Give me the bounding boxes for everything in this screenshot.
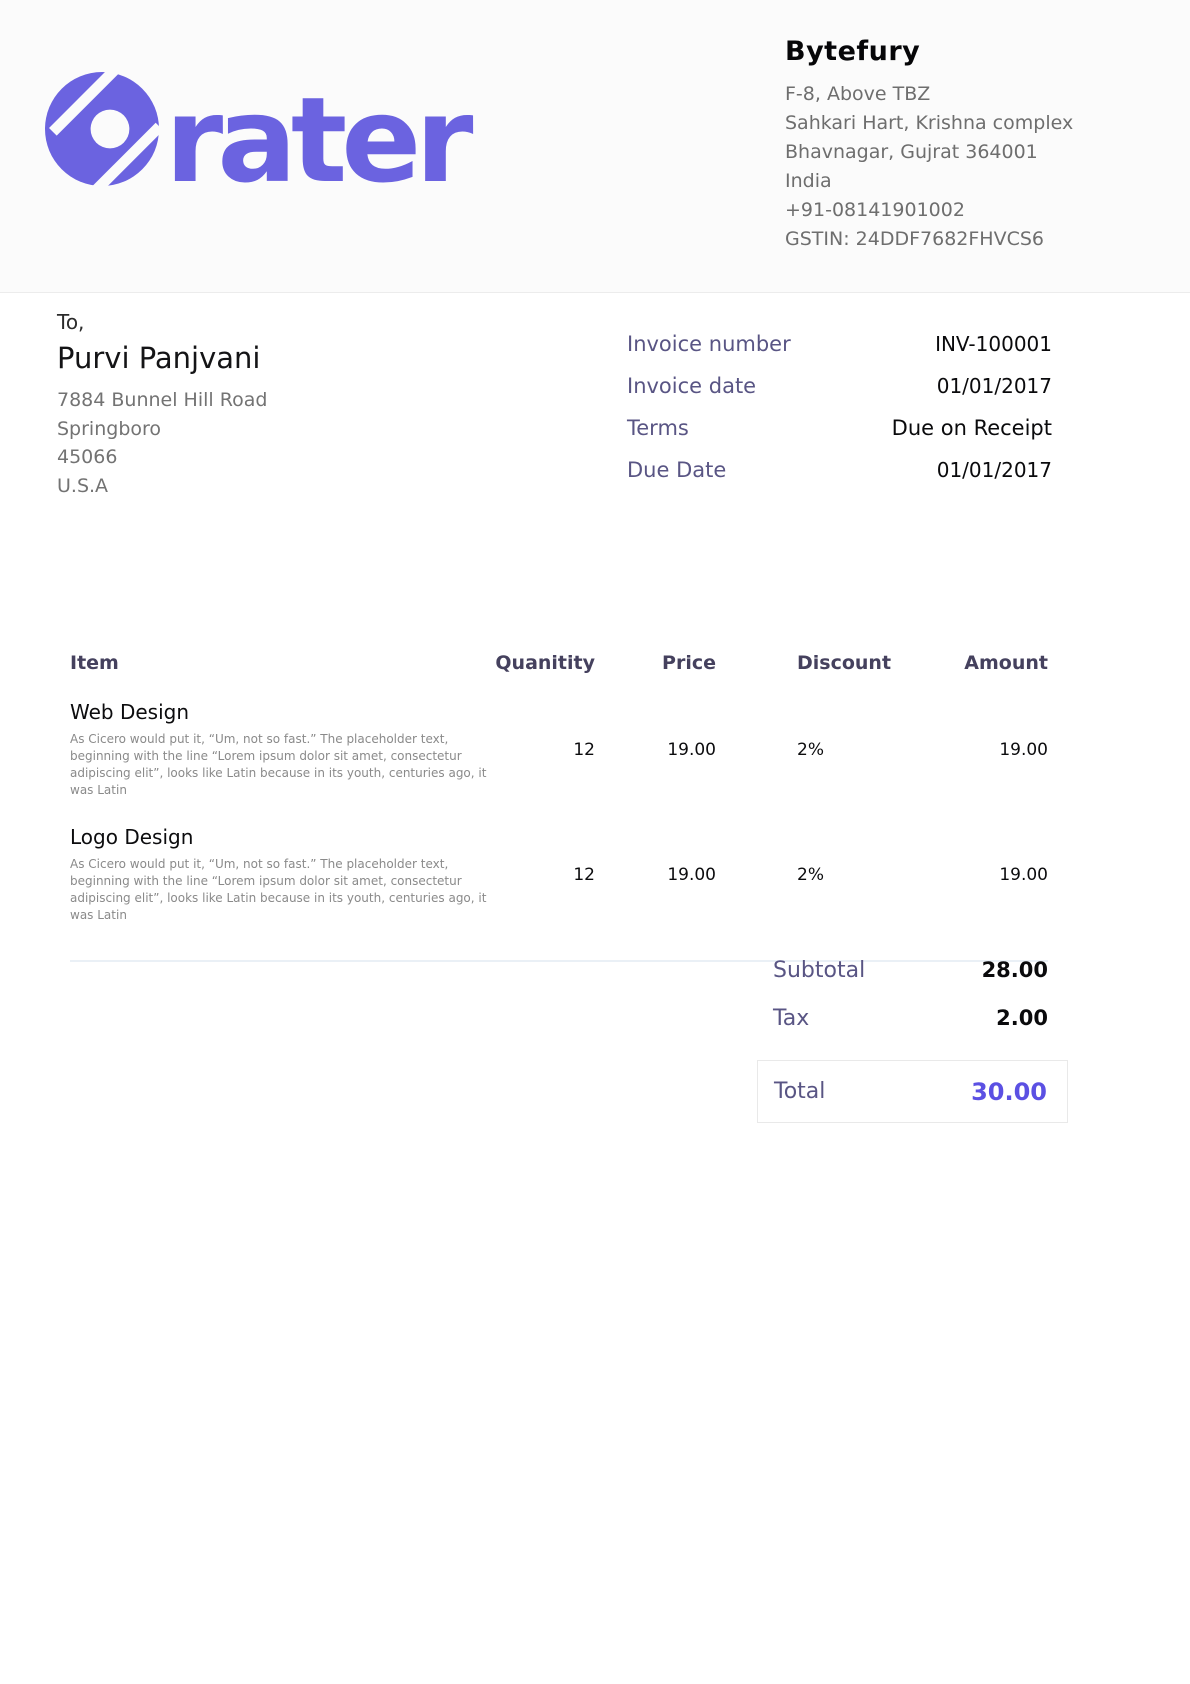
total-value: 30.00 [971, 1078, 1047, 1106]
company-address-line: India [785, 167, 1145, 196]
item-name: Logo Design [70, 825, 487, 849]
company-address-line: Bhavnagar, Gujrat 364001 [785, 138, 1145, 167]
invoice-header-band: rater Bytefury F-8, Above TBZ Sahkari Ha… [0, 0, 1190, 293]
item-quantity: 12 [487, 740, 595, 760]
invoice-number-value: INV-100001 [935, 332, 1052, 356]
header-spacer [716, 652, 797, 674]
item-cell: Logo Design As Cicero would put it, “Um,… [70, 825, 487, 924]
item-price: 19.00 [595, 865, 716, 885]
header-item: Item [70, 652, 487, 674]
header-discount: Discount [797, 652, 897, 674]
invoice-number-label: Invoice number [627, 332, 791, 356]
customer-address-line: 7884 Bunnel Hill Road [57, 386, 477, 415]
header-price: Price [595, 652, 716, 674]
customer-address-line: Springboro [57, 415, 477, 444]
customer-address-line: U.S.A [57, 472, 477, 501]
terms-value: Due on Receipt [892, 416, 1052, 440]
customer-address-line: 45066 [57, 443, 477, 472]
invoice-date-row: Invoice date 01/01/2017 [627, 374, 1052, 401]
subtotal-value: 28.00 [982, 958, 1048, 982]
table-row: Web Design As Cicero would put it, “Um, … [70, 700, 1048, 799]
tax-value: 2.00 [996, 1006, 1048, 1030]
subtotal-row: Subtotal 28.00 [757, 958, 1068, 986]
company-phone: +91-08141901002 [785, 196, 1145, 225]
item-price: 19.00 [595, 740, 716, 760]
item-quantity: 12 [487, 865, 595, 885]
invoice-meta: Invoice number INV-100001 Invoice date 0… [627, 332, 1052, 500]
crater-logo-c-icon [45, 72, 159, 190]
invoice-date-label: Invoice date [627, 374, 756, 398]
invoice-date-value: 01/01/2017 [937, 374, 1052, 398]
terms-label: Terms [627, 416, 689, 440]
tax-row: Tax 2.00 [757, 1006, 1068, 1034]
crater-logo-wordmark: rater [165, 84, 467, 196]
tax-label: Tax [773, 1006, 809, 1031]
invoice-number-row: Invoice number INV-100001 [627, 332, 1052, 359]
due-date-row: Due Date 01/01/2017 [627, 458, 1052, 485]
item-name: Web Design [70, 700, 487, 724]
item-cell: Web Design As Cicero would put it, “Um, … [70, 700, 487, 799]
company-address-line: F-8, Above TBZ [785, 80, 1145, 109]
bill-to-section: To, Purvi Panjvani 7884 Bunnel Hill Road… [57, 310, 477, 500]
company-name: Bytefury [785, 36, 1145, 67]
item-amount: 19.00 [897, 740, 1048, 760]
items-table-header: Item Quanitity Price Discount Amount [70, 652, 1048, 674]
crater-logo: rater [45, 72, 467, 190]
item-description: As Cicero would put it, “Um, not so fast… [70, 731, 487, 799]
total-box: Total 30.00 [757, 1060, 1068, 1123]
subtotal-label: Subtotal [773, 958, 865, 983]
table-row: Logo Design As Cicero would put it, “Um,… [70, 825, 1048, 924]
due-date-label: Due Date [627, 458, 726, 482]
customer-name: Purvi Panjvani [57, 341, 477, 375]
total-label: Total [774, 1079, 825, 1104]
company-gstin: GSTIN: 24DDF7682FHVCS6 [785, 225, 1145, 254]
item-discount: 2% [797, 740, 897, 760]
company-address-line: Sahkari Hart, Krishna complex [785, 109, 1145, 138]
company-address: F-8, Above TBZ Sahkari Hart, Krishna com… [785, 80, 1145, 254]
customer-address: 7884 Bunnel Hill Road Springboro 45066 U… [57, 386, 477, 500]
totals-section: Subtotal 28.00 Tax 2.00 Total 30.00 [757, 958, 1068, 1123]
company-info: Bytefury F-8, Above TBZ Sahkari Hart, Kr… [785, 36, 1145, 254]
item-discount: 2% [797, 865, 897, 885]
terms-row: Terms Due on Receipt [627, 416, 1052, 443]
due-date-value: 01/01/2017 [937, 458, 1052, 482]
item-amount: 19.00 [897, 865, 1048, 885]
header-quantity: Quanitity [487, 652, 595, 674]
header-amount: Amount [897, 652, 1048, 674]
items-table: Item Quanitity Price Discount Amount Web… [70, 652, 1048, 962]
item-description: As Cicero would put it, “Um, not so fast… [70, 856, 487, 924]
bill-to-label: To, [57, 310, 477, 334]
